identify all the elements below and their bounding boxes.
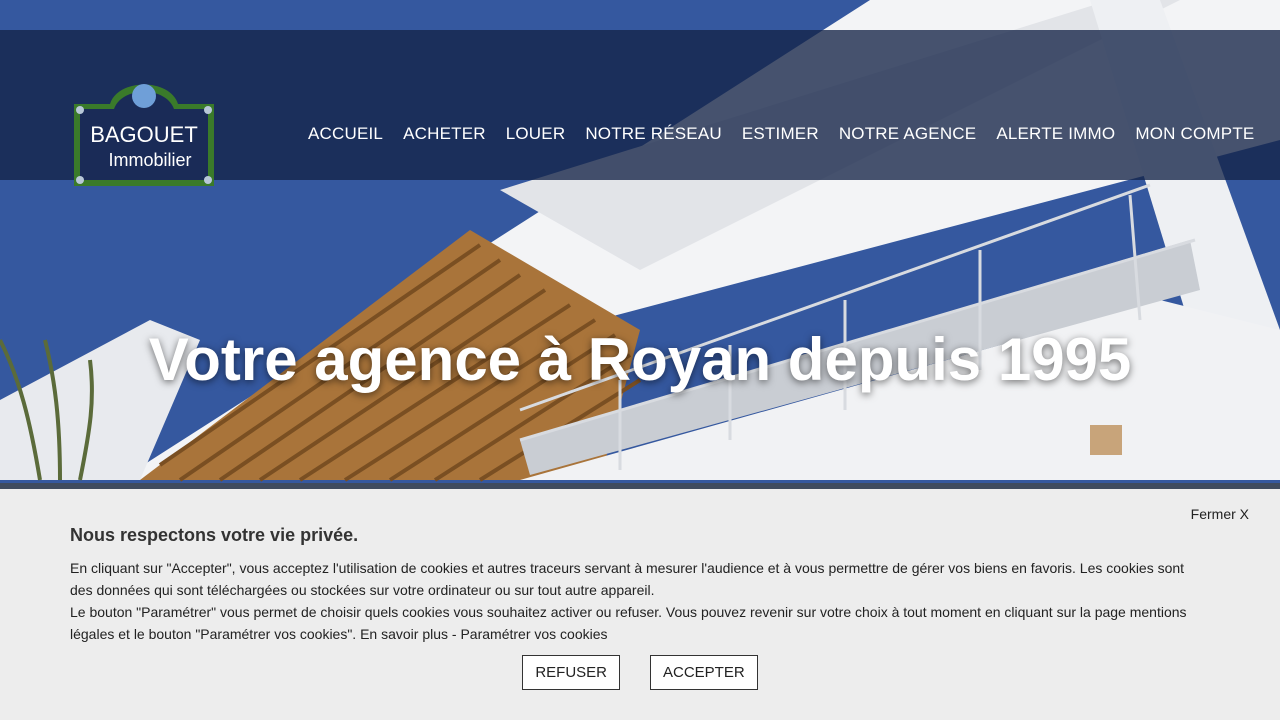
cookie-close-button[interactable]: Fermer X: [1191, 506, 1249, 522]
cookie-paragraph-1: En cliquant sur "Accepter", vous accepte…: [70, 560, 1185, 598]
hero-headline: Votre agence à Royan depuis 1995: [148, 326, 1132, 393]
cookie-paragraph-2: Le bouton "Paramétrer" vous permet de ch…: [70, 604, 1187, 642]
nav-item-notre-reseau[interactable]: NOTRE RÉSEAU: [575, 122, 732, 146]
bagouet-logo[interactable]: BAGOUET Immobilier: [70, 74, 218, 189]
nav-item-accueil[interactable]: ACCUEIL: [298, 122, 393, 146]
nav-item-notre-agence[interactable]: NOTRE AGENCE: [829, 122, 986, 146]
main-nav: ACCUEIL ACHETER LOUER NOTRE RÉSEAU ESTIM…: [298, 122, 1264, 146]
cookie-title: Nous respectons votre vie privée.: [70, 525, 359, 545]
nav-item-louer[interactable]: LOUER: [496, 122, 576, 146]
accept-button[interactable]: ACCEPTER: [650, 655, 758, 690]
cookie-text: En cliquant sur "Accepter", vous accepte…: [70, 557, 1200, 645]
logo-line2: Immobilier: [108, 150, 191, 170]
nav-item-acheter[interactable]: ACHETER: [393, 122, 496, 146]
nav-item-alerte-immo[interactable]: ALERTE IMMO: [986, 122, 1125, 146]
nav-item-estimer[interactable]: ESTIMER: [732, 122, 829, 146]
refuse-button[interactable]: REFUSER: [522, 655, 620, 690]
logo-line1: BAGOUET: [90, 122, 198, 147]
nav-item-mon-compte[interactable]: MON COMPTE: [1125, 122, 1264, 146]
cookie-actions: REFUSER ACCEPTER: [0, 655, 1280, 690]
site-header: BAGOUET Immobilier ACCUEIL ACHETER LOUER…: [0, 30, 1280, 186]
cookie-banner: Fermer X Nous respectons votre vie privé…: [0, 483, 1280, 720]
